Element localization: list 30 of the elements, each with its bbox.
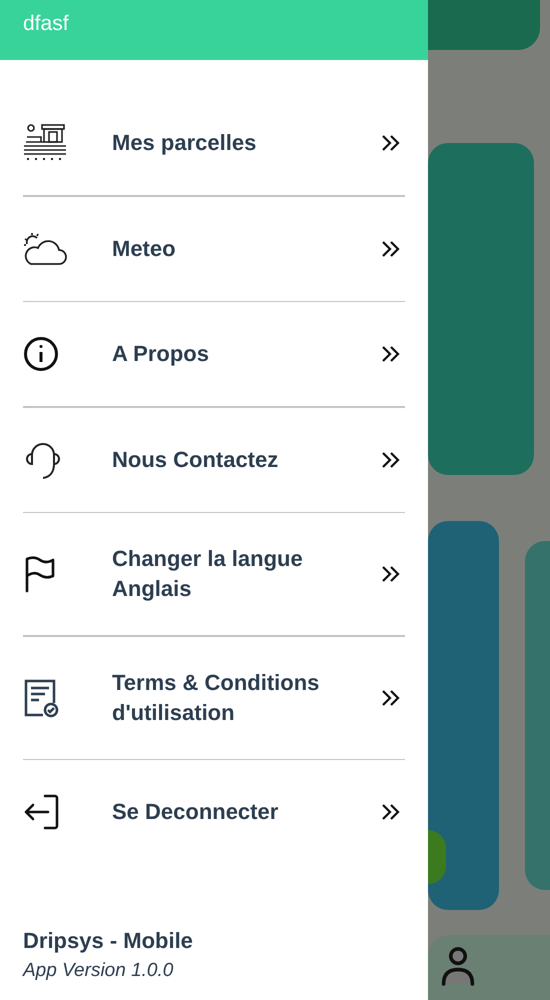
menu-label: Se Deconnecter xyxy=(112,798,280,826)
double-chevron-icon xyxy=(381,134,401,152)
menu-item[interactable]: Terms & Conditions d'utilisation xyxy=(23,636,405,758)
username: dfasf xyxy=(23,12,69,36)
double-chevron-icon xyxy=(381,803,401,821)
menu-label: Terms & Conditions d'utilisation xyxy=(112,668,320,726)
menu-label: Mes parcelles xyxy=(112,129,258,157)
flag-icon xyxy=(23,555,57,593)
farm-icon xyxy=(23,123,67,163)
menu-item[interactable]: A Propos xyxy=(23,302,405,406)
double-chevron-icon xyxy=(381,565,401,583)
menu-label: Meteo xyxy=(112,234,177,262)
double-chevron-icon xyxy=(381,450,401,468)
menu-item[interactable]: Mes parcelles xyxy=(23,91,405,195)
person-icon[interactable] xyxy=(440,946,476,986)
double-chevron-icon xyxy=(381,345,401,363)
menu-label: A Propos xyxy=(112,340,210,368)
app-version: App Version 1.0.0 xyxy=(23,960,174,982)
menu-label: Nous Contactez xyxy=(112,446,280,474)
document-check-icon xyxy=(23,678,59,718)
info-icon xyxy=(23,336,59,372)
cloud-sun-icon xyxy=(23,232,67,266)
menu-label: Changer la langue Anglais xyxy=(112,545,304,603)
menu-item[interactable]: Meteo xyxy=(23,196,405,300)
menu-item[interactable]: Se Deconnecter xyxy=(23,760,405,864)
menu-item[interactable]: Changer la langue Anglais xyxy=(23,513,405,635)
app-name: Dripsys - Mobile xyxy=(23,928,194,954)
double-chevron-icon xyxy=(381,688,401,706)
menu-item[interactable]: Nous Contactez xyxy=(23,408,405,512)
double-chevron-icon xyxy=(381,240,401,258)
